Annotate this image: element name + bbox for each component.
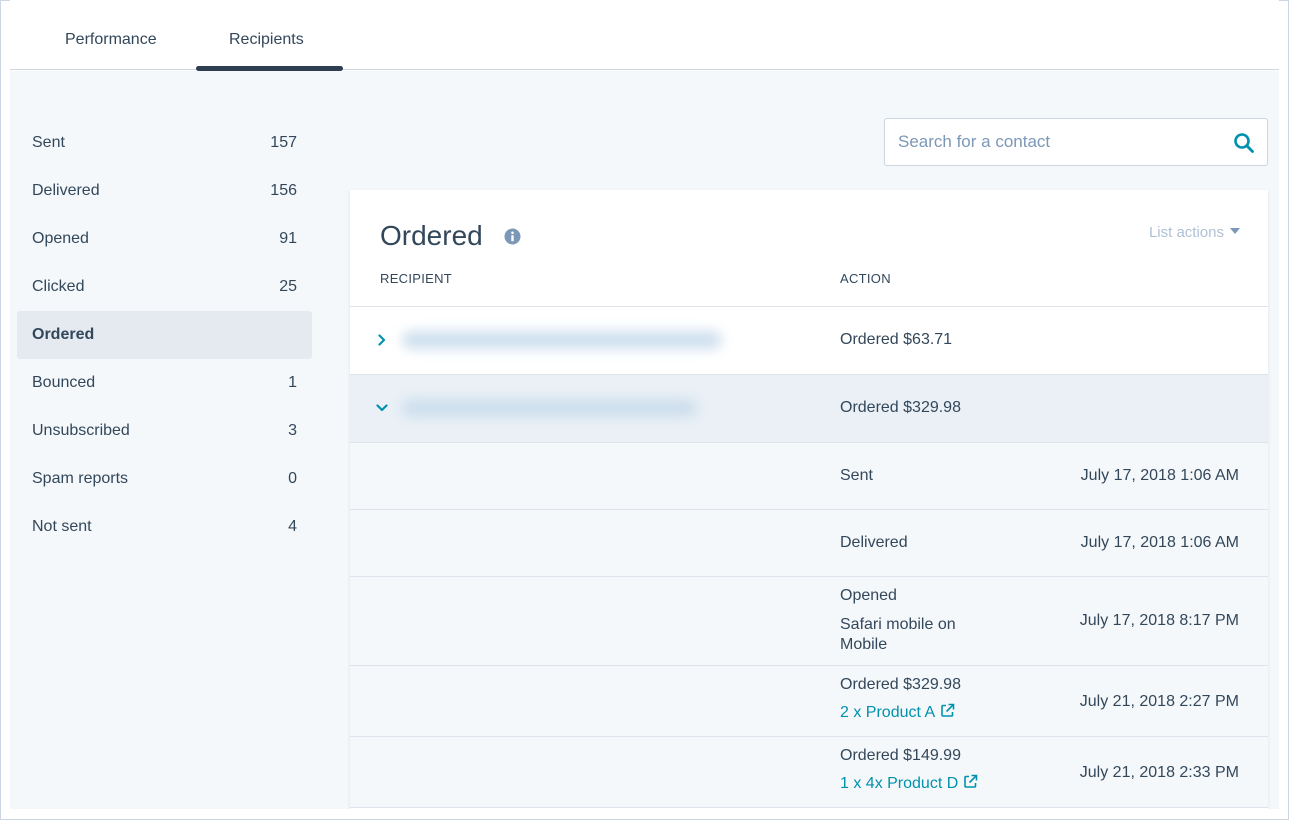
sidebar-item-label: Spam reports	[32, 470, 129, 487]
sidebar-item-count: 156	[270, 182, 297, 199]
recipient-email-redacted	[402, 399, 697, 417]
product-link-label: 2 x Product A	[840, 704, 936, 721]
sidebar-item-count: 25	[279, 278, 297, 295]
recipient-filter-list: Sent 157 Delivered 156 Opened 91 Clicked…	[17, 119, 312, 551]
sidebar-item-opened[interactable]: Opened 91	[17, 215, 312, 263]
row-action: Ordered $329.98	[840, 399, 961, 416]
sidebar-item-unsubscribed[interactable]: Unsubscribed 3	[17, 407, 312, 455]
sidebar-item-label: Clicked	[32, 278, 85, 295]
sidebar-item-clicked[interactable]: Clicked 25	[17, 263, 312, 311]
column-header-recipient: RECIPIENT	[380, 271, 453, 286]
event-row: Delivered July 17, 2018 1:06 AM	[350, 510, 1268, 577]
sidebar-item-spam-reports[interactable]: Spam reports 0	[17, 455, 312, 503]
external-link-icon	[963, 774, 978, 789]
product-link[interactable]: 1 x 4x Product D	[840, 774, 978, 793]
chevron-down-icon[interactable]	[375, 401, 389, 415]
sidebar-item-label: Ordered	[32, 326, 95, 343]
product-link[interactable]: 2 x Product A	[840, 703, 955, 722]
sidebar-item-delivered[interactable]: Delivered 156	[17, 167, 312, 215]
sidebar-item-ordered[interactable]: Ordered	[17, 311, 312, 359]
ordered-recipients-card: Ordered List actions RECIPIENT ACTION Or…	[350, 190, 1268, 809]
tab-bar: Performance Recipients	[10, 0, 1279, 71]
tab-performance[interactable]: Performance	[65, 31, 157, 49]
recipient-email-redacted	[402, 331, 722, 349]
sidebar-item-label: Opened	[32, 230, 89, 247]
list-actions-label: List actions	[1148, 224, 1224, 241]
event-action-label: Opened	[840, 587, 897, 604]
sidebar-item-count: 3	[288, 422, 297, 439]
event-action-label: Ordered $149.99	[840, 747, 961, 764]
tab-recipients[interactable]: Recipients	[229, 31, 304, 49]
sidebar-item-label: Bounced	[32, 374, 96, 391]
sidebar-item-count: 157	[270, 134, 297, 151]
sidebar-item-not-sent[interactable]: Not sent 4	[17, 503, 312, 551]
event-action: Opened Safari mobile on Mobile	[840, 587, 990, 655]
event-action: Ordered $149.99 1 x 4x Product D	[840, 747, 978, 793]
search-icon[interactable]	[1233, 132, 1255, 154]
event-timestamp: July 17, 2018 1:06 AM	[1080, 534, 1239, 551]
event-timestamp: July 21, 2018 2:33 PM	[1079, 764, 1239, 781]
row-action: Ordered $63.71	[840, 331, 953, 348]
event-action: Delivered	[840, 534, 908, 551]
chevron-right-icon[interactable]	[375, 333, 389, 347]
list-actions-dropdown[interactable]: List actions	[1149, 224, 1240, 241]
column-header-action: ACTION	[840, 271, 891, 286]
sidebar-item-label: Not sent	[32, 518, 92, 535]
event-row: Ordered $329.98 2 x Product A July 21, 2…	[350, 666, 1268, 737]
sidebar-item-sent[interactable]: Sent 157	[17, 119, 312, 167]
recipients-panel: Sent 157 Delivered 156 Opened 91 Clicked…	[10, 71, 1279, 809]
event-row: Sent July 17, 2018 1:06 AM	[350, 443, 1268, 510]
card-title: Ordered	[380, 220, 483, 251]
info-icon[interactable]	[504, 228, 521, 245]
sidebar-item-count: 1	[288, 374, 297, 391]
event-row: Ordered $149.99 1 x 4x Product D July 21…	[350, 737, 1268, 808]
external-link-icon	[940, 703, 955, 718]
caret-down-icon	[1230, 228, 1240, 235]
event-action-label: Ordered $329.98	[840, 676, 961, 693]
product-link-label: 1 x 4x Product D	[840, 775, 959, 792]
event-row: Opened Safari mobile on Mobile July 17, …	[350, 577, 1268, 666]
table-row[interactable]: Ordered $63.71	[350, 307, 1268, 375]
sidebar-item-count: 0	[288, 470, 297, 487]
sidebar-item-label: Unsubscribed	[32, 422, 130, 439]
search-input[interactable]	[885, 119, 1225, 165]
event-timestamp: July 17, 2018 1:06 AM	[1080, 467, 1239, 484]
sidebar-item-label: Delivered	[32, 182, 100, 199]
sidebar-item-count: 91	[279, 230, 297, 247]
event-timestamp: July 21, 2018 2:27 PM	[1079, 693, 1239, 710]
event-action: Ordered $329.98 2 x Product A	[840, 676, 961, 722]
event-detail: Safari mobile on Mobile	[840, 616, 956, 653]
sidebar-item-count: 4	[288, 518, 297, 535]
sidebar-item-label: Sent	[32, 134, 65, 151]
contact-search	[884, 118, 1268, 166]
sidebar-item-bounced[interactable]: Bounced 1	[17, 359, 312, 407]
event-timestamp: July 17, 2018 8:17 PM	[1079, 612, 1239, 629]
event-action: Sent	[840, 467, 873, 484]
table-row[interactable]: Ordered $329.98	[350, 375, 1268, 443]
